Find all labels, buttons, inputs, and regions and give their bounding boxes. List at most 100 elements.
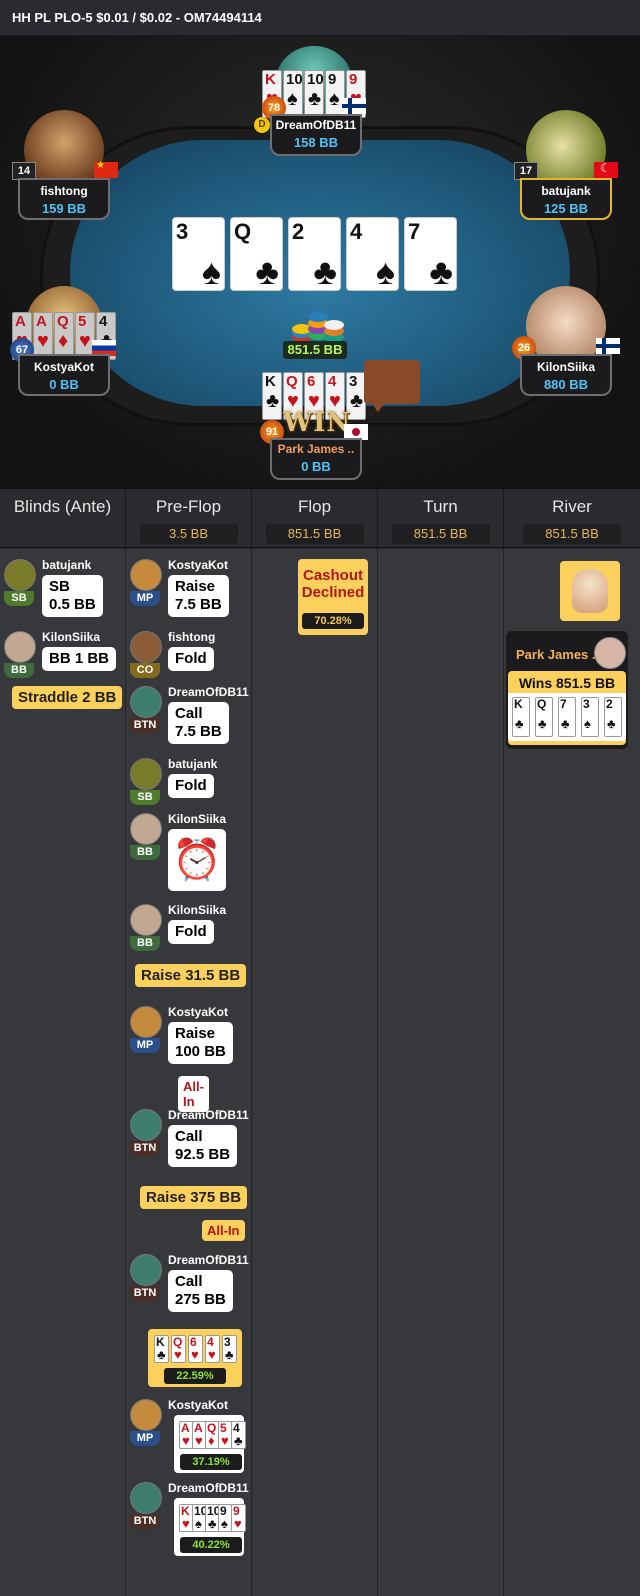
player-name: fishtong (168, 630, 216, 644)
action-bubble: Call 7.5 BB (168, 702, 229, 744)
avatar (130, 813, 162, 845)
board-card: 2 ♣ (288, 217, 341, 291)
flag-icon (342, 98, 366, 114)
flag-icon (94, 160, 118, 178)
column-preflop: MP KostyaKot Raise 7.5 BB CO fishtong Fol… (126, 549, 252, 1596)
position-badge: BB (130, 936, 160, 951)
street-flop[interactable]: Flop 851.5 BB (252, 489, 378, 549)
player-name: KilonSiika (168, 903, 227, 917)
column-turn (378, 549, 504, 1596)
seat-nameplate[interactable]: KilonSiika 880 BB (520, 354, 612, 396)
winner-panel: Park James .. Wins 851.5 BB K ♣ Q ♣ 7 ♣ 3 ♠ 2 ♣ (506, 631, 628, 749)
window-header: HH PL PLO-5 $0.01 / $0.02 - OM74494114 (0, 0, 640, 36)
straddle-label: Straddle 2 BB (12, 686, 123, 709)
street-title: Pre-Flop (155, 497, 222, 516)
avatar (130, 631, 162, 663)
action-bubble: Call 92.5 BB (168, 1125, 238, 1167)
action-amount: 7.5 BB (175, 723, 222, 740)
seat-nameplate[interactable]: batujank 125 BB (520, 178, 612, 220)
player-stack: 159 BB (41, 201, 87, 216)
card-suit: ♣ (429, 251, 453, 291)
player-name: batujank (42, 558, 92, 572)
showdown-hand: A ♥ A ♥ Q ♦ 5 ♥ 4 ♣ 37.19% (174, 1415, 246, 1473)
avatar (130, 1399, 162, 1431)
card-suit: ♣ (255, 251, 279, 291)
action-amount: 275 BB (175, 1291, 226, 1308)
action-bubble: Fold (168, 920, 214, 944)
hole-card: 10 ♠ (283, 70, 303, 118)
dealer-button: D (254, 117, 270, 133)
avatar (130, 904, 162, 936)
player-name: DreamOfDB11 (275, 118, 357, 132)
board-card: 4 ♠ (346, 217, 399, 291)
player-name: DreamOfDB11 (168, 1108, 249, 1122)
player-name: batujank (541, 184, 591, 198)
action-amount: 92.5 BB (175, 1146, 231, 1163)
player-name: KilonSiika (536, 360, 595, 374)
street-blinds[interactable]: Blinds (Ante) (0, 489, 126, 549)
all-in-badge: All-In (202, 1220, 245, 1241)
mini-card: K ♣ (512, 697, 530, 737)
position-badge: SB (130, 790, 160, 805)
board-card: 3 ♠ (172, 217, 225, 291)
player-name: DreamOfDB11 (168, 685, 249, 699)
player-stack: 880 BB (543, 377, 589, 392)
card-rank: 2 (292, 219, 305, 244)
card-rank: 4 (350, 219, 363, 244)
flag-icon (594, 161, 618, 178)
avatar (130, 686, 162, 718)
card-suit: ♠ (201, 251, 221, 291)
avatar (130, 1109, 162, 1141)
action-text: SB (49, 578, 70, 595)
action-bubble: Raise 7.5 BB (168, 575, 229, 617)
equity-badge: 40.22% (180, 1537, 242, 1553)
street-pot: 851.5 BB (265, 524, 364, 544)
mini-card: 6 ♥ (188, 1335, 203, 1363)
mini-card: 4 ♣ (231, 1421, 246, 1449)
player-name: Park James .. (277, 442, 355, 456)
action-amount: 0.5 BB (49, 596, 96, 613)
avatar (594, 637, 626, 669)
position-badge: BTN (130, 1286, 160, 1301)
mini-card: 7 ♣ (558, 697, 576, 737)
action-bubble: Fold (168, 647, 214, 671)
player-name: KostyaKot (168, 1398, 229, 1412)
card-rank: Q (234, 219, 252, 244)
winner-name: Park James .. (516, 647, 600, 662)
column-river: Park James .. Wins 851.5 BB K ♣ Q ♣ 7 ♣ 3 ♠ 2 ♣ (504, 549, 640, 1596)
mini-card: 4 ♥ (205, 1335, 220, 1363)
street-title: Turn (423, 497, 458, 516)
player-name: batujank (168, 757, 218, 771)
avatar (130, 1254, 162, 1286)
showdown-hand: K ♥ 10 ♠ 10 ♣ 9 ♠ 9 ♥ 40.22% (174, 1498, 246, 1556)
street-preflop[interactable]: Pre-Flop 3.5 BB (126, 489, 252, 549)
equity-badge: 70.28% (302, 613, 364, 629)
seat-nameplate[interactable]: DreamOfDB11 158 BB (270, 114, 362, 156)
player-stack: 158 BB (293, 135, 339, 150)
action-bubble: Call 275 BB (168, 1270, 233, 1312)
position-badge: BTN (130, 1514, 160, 1529)
action-amount: 100 BB (175, 1043, 226, 1060)
win-label: WIN (283, 408, 352, 438)
seat-nameplate[interactable]: fishtong 159 BB (18, 178, 110, 220)
action-bubble: SB 0.5 BB (42, 575, 103, 617)
position-badge: BTN (130, 1141, 160, 1156)
street-header: Blinds (Ante) Pre-Flop 3.5 BB Flop 851.5 B… (0, 488, 640, 549)
cashout-text: Declined (301, 584, 365, 601)
player-name: DreamOfDB11 (168, 1481, 249, 1495)
avatar (130, 758, 162, 790)
equity-badge: 37.19% (180, 1454, 242, 1470)
poker-table: 3♠Q♣2♣4♠7♣ 851.5 BB K♥10♠10♣9♠9♥ 78 D Dr… (0, 36, 640, 488)
hand-title: HH PL PLO-5 $0.01 / $0.02 - OM74494114 (12, 10, 262, 25)
street-river[interactable]: River 851.5 BB (504, 489, 640, 549)
street-turn[interactable]: Turn 851.5 BB (378, 489, 504, 549)
street-pot: 3.5 BB (139, 524, 238, 544)
action-text: Call (175, 1128, 203, 1145)
seat-nameplate[interactable]: KostyaKot 0 BB (18, 354, 110, 396)
hole-card: A♥ (33, 312, 53, 360)
mini-card: K ♣ (154, 1335, 169, 1363)
street-pot: 851.5 BB (523, 524, 621, 544)
mini-cards: K ♥ 10 ♠ 10 ♣ 9 ♠ 9 ♥ (176, 1500, 246, 1534)
mini-cards: A ♥ A ♥ Q ♦ 5 ♥ 4 ♣ (176, 1417, 246, 1451)
seat-nameplate[interactable]: Park James .. 0 BB (270, 438, 362, 480)
